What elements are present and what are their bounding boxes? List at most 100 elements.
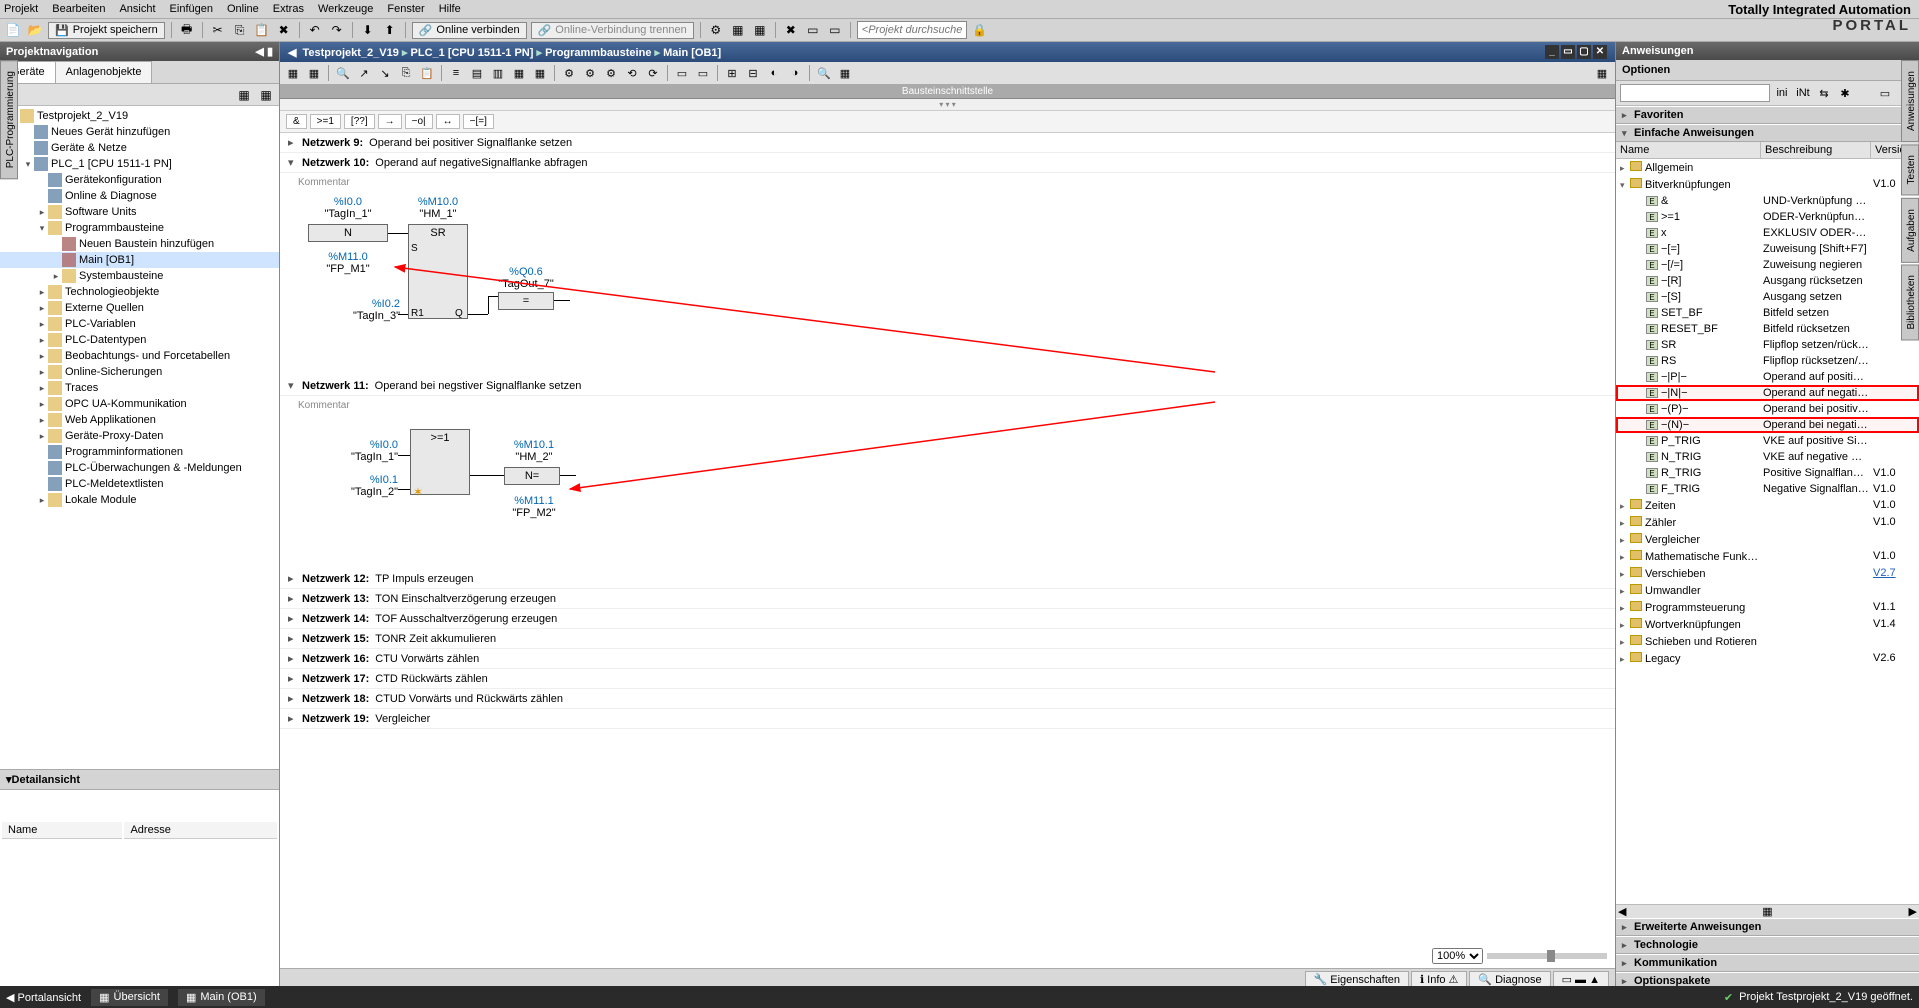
overview-tab[interactable]: ▦ Übersicht (91, 989, 168, 1006)
view-icon[interactable]: ▭ (1876, 84, 1894, 102)
sect-comm[interactable]: ▸Kommunikation (1616, 954, 1919, 972)
tb-icon[interactable]: ▦ (751, 21, 769, 39)
network-header[interactable]: ▸Netzwerk 9:Operand bei positiver Signal… (280, 133, 1615, 153)
n-assign-box[interactable]: N= (504, 467, 560, 485)
sect-tech[interactable]: ▸Technologie (1616, 936, 1919, 954)
tree-item[interactable]: ▸Beobachtungs- und Forcetabellen (0, 348, 279, 364)
et-icon[interactable]: ⊟ (744, 64, 762, 82)
et-icon[interactable]: ⊞ (723, 64, 741, 82)
tree-item[interactable]: Programminformationen (0, 444, 279, 460)
instruction-row[interactable]: ▸Vergleicher (1616, 531, 1919, 548)
instruction-row[interactable]: E−[/=]Zuweisung negieren (1616, 257, 1919, 273)
project-search-input[interactable] (857, 21, 967, 39)
menu-item[interactable]: Projekt (4, 3, 38, 15)
et-icon[interactable]: 📋 (418, 64, 436, 82)
et-icon[interactable]: ⚙ (581, 64, 599, 82)
sidetab-plc-prog[interactable]: PLC-Programmierung (0, 60, 18, 179)
upload-icon[interactable]: ⬆ (381, 21, 399, 39)
cut-icon[interactable]: ✂ (209, 21, 227, 39)
et-icon[interactable]: ⚙ (602, 64, 620, 82)
tree-item[interactable]: ▾Testprojekt_2_V19 (0, 108, 279, 124)
menu-item[interactable]: Fenster (387, 3, 424, 15)
copy-icon[interactable]: ⎘ (231, 21, 249, 39)
et-icon[interactable]: 🔍 (334, 64, 352, 82)
minimize-icon[interactable]: _ (1545, 45, 1559, 59)
et-icon[interactable]: ⚙ (560, 64, 578, 82)
tb-icon[interactable]: ⚙ (707, 21, 725, 39)
maximize-icon[interactable]: ▢ (1577, 45, 1591, 59)
quick-instr[interactable]: ↔ (436, 114, 460, 129)
instr-options[interactable]: Optionen (1616, 60, 1919, 81)
et-icon[interactable]: ▭ (673, 64, 691, 82)
network-comment[interactable]: Kommentar (298, 177, 1597, 188)
tree-item[interactable]: ▾PLC_1 [CPU 1511-1 PN] (0, 156, 279, 172)
network-header[interactable]: ▸Netzwerk 16:CTU Vorwärts zählen (280, 649, 1615, 669)
tree-tool-icon[interactable]: ▦ (235, 86, 253, 104)
network-10-header[interactable]: ▾Netzwerk 10:Operand auf negativeSignalf… (280, 153, 1615, 173)
quick-instr[interactable]: [??] (344, 114, 375, 129)
tree-tool-icon[interactable]: ▦ (257, 86, 275, 104)
et-icon[interactable]: ▦ (305, 64, 323, 82)
tree-item[interactable]: ▸Technologieobjekte (0, 284, 279, 300)
tb-icon[interactable]: ✖ (782, 21, 800, 39)
instruction-row[interactable]: E−[S]Ausgang setzen (1616, 289, 1919, 305)
et-icon[interactable]: ▦ (510, 64, 528, 82)
tree-item[interactable]: ▸Web Applikationen (0, 412, 279, 428)
open-project-icon[interactable]: 📂 (26, 21, 44, 39)
tree-item[interactable]: ▸Lokale Module (0, 492, 279, 508)
assign-box[interactable]: = (498, 292, 554, 310)
instruction-row[interactable]: ▸LegacyV2.6 (1616, 650, 1919, 667)
tree-item[interactable]: Online & Diagnose (0, 188, 279, 204)
et-icon[interactable]: ↗ (355, 64, 373, 82)
instruction-row[interactable]: E−|P|−Operand auf positive S... (1616, 369, 1919, 385)
tb-icon[interactable]: ▦ (729, 21, 747, 39)
tree-item[interactable]: PLC-Überwachungen & -Meldungen (0, 460, 279, 476)
save-project-button[interactable]: 💾 Projekt speichern (48, 22, 165, 39)
sect-ext[interactable]: ▸Erweiterte Anweisungen (1616, 918, 1919, 936)
et-icon[interactable]: ▦ (836, 64, 854, 82)
quick-instr[interactable]: >=1 (310, 114, 341, 129)
instruction-row[interactable]: ExEXKLUSIV ODER-Verkn... (1616, 225, 1919, 241)
instruction-row[interactable]: ▸ZählerV1.0 (1616, 514, 1919, 531)
et-icon[interactable]: ⎘ (397, 64, 415, 82)
instruction-row[interactable]: E−[=]Zuweisung [Shift+F7] (1616, 241, 1919, 257)
close-icon[interactable]: ✕ (1593, 45, 1607, 59)
search-tool-icon[interactable]: iNt (1794, 84, 1812, 102)
tree-item[interactable]: ▸PLC-Variablen (0, 316, 279, 332)
tree-item[interactable]: ▾Programmbausteine (0, 220, 279, 236)
menu-item[interactable]: Werkzeuge (318, 3, 373, 15)
search-tool-icon[interactable]: ✱ (1836, 84, 1854, 102)
menu-item[interactable]: Bearbeiten (52, 3, 105, 15)
instruction-row[interactable]: EF_TRIGNegative Signalflanke ...V1.0 (1616, 481, 1919, 497)
tb-icon[interactable]: ▭ (826, 21, 844, 39)
instruction-row[interactable]: ▸Allgemein (1616, 159, 1919, 176)
paste-icon[interactable]: 📋 (253, 21, 271, 39)
et-icon[interactable]: ▦ (1593, 64, 1611, 82)
instruction-row[interactable]: E−|N|−Operand auf negative ... (1616, 385, 1919, 401)
et-icon[interactable]: ⟲ (623, 64, 641, 82)
network-header[interactable]: ▸Netzwerk 15:TONR Zeit akkumulieren (280, 629, 1615, 649)
et-icon[interactable]: ▤ (468, 64, 486, 82)
tree-item[interactable]: ▸Externe Quellen (0, 300, 279, 316)
tree-item[interactable]: Neues Gerät hinzufügen (0, 124, 279, 140)
projnav-tab[interactable]: Anlagenobjekte (55, 61, 153, 83)
sidetab[interactable]: Bibliotheken (1901, 264, 1919, 340)
project-tree[interactable]: ▾Testprojekt_2_V19Neues Gerät hinzufügen… (0, 106, 279, 769)
instruction-row[interactable]: ESRFlipflop setzen/rückset... (1616, 337, 1919, 353)
quick-instr[interactable]: → (378, 114, 402, 129)
et-icon[interactable]: ▦ (531, 64, 549, 82)
instruction-row[interactable]: E−(P)−Operand bei positiver ... (1616, 401, 1919, 417)
quick-instr[interactable]: −o| (405, 114, 433, 129)
et-icon[interactable]: ▦ (284, 64, 302, 82)
tree-item[interactable]: ▸PLC-Datentypen (0, 332, 279, 348)
sidetab[interactable]: Aufgaben (1901, 198, 1919, 263)
network-header[interactable]: ▸Netzwerk 17:CTD Rückwärts zählen (280, 669, 1615, 689)
network-comment[interactable]: Kommentar (298, 400, 1597, 411)
instr-search-input[interactable] (1620, 84, 1770, 102)
tree-item[interactable]: ▸Systembausteine (0, 268, 279, 284)
instruction-row[interactable]: ▾BitverknüpfungenV1.0 (1616, 176, 1919, 193)
et-icon[interactable]: ⟳ (644, 64, 662, 82)
main-ob1-tab[interactable]: ▦ Main (OB1) (178, 989, 265, 1006)
menu-item[interactable]: Online (227, 3, 259, 15)
sidetab[interactable]: Anweisungen (1901, 60, 1919, 142)
